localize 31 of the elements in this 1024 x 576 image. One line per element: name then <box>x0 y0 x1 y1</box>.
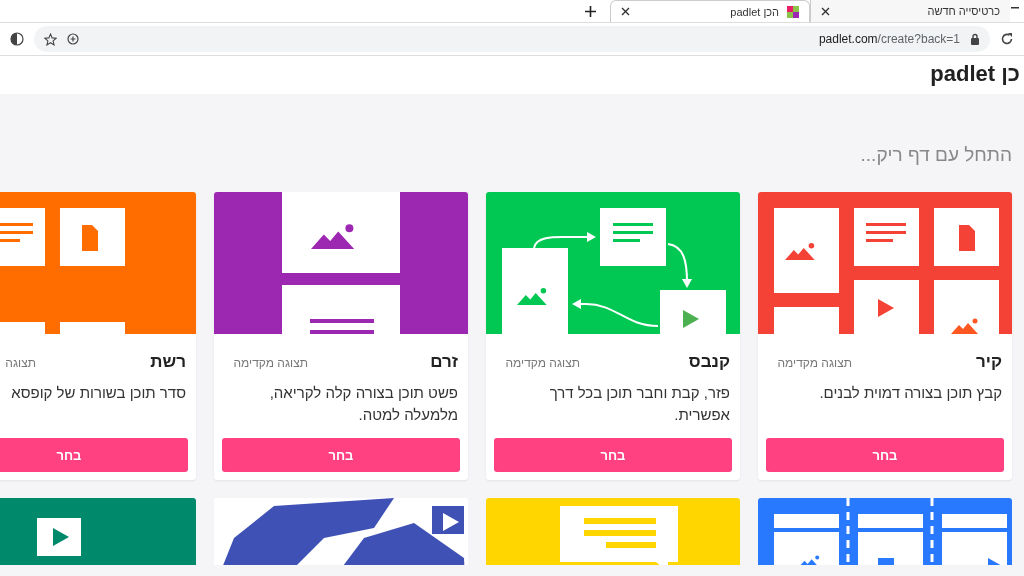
select-button[interactable]: בחר <box>222 438 460 472</box>
page-heading: כן padlet <box>930 62 1020 86</box>
browser-tab[interactable]: הכן padlet <box>610 0 810 22</box>
preview-link[interactable]: תצוגה מקדימה <box>233 356 308 370</box>
lock-icon <box>970 33 980 45</box>
preview-link[interactable]: תצוגה <box>5 356 36 370</box>
close-icon[interactable] <box>821 6 830 16</box>
section-title: התחל עם דף ריק... <box>859 143 1013 167</box>
padlet-logo-icon <box>787 5 799 18</box>
select-button[interactable]: בחר <box>494 438 732 472</box>
browser-tab[interactable]: כרטיסייה חדשה <box>810 0 1010 22</box>
star-icon[interactable] <box>44 32 57 46</box>
contrast-icon[interactable] <box>10 32 24 46</box>
template-description: קבץ תוכן בצורה דמוית לבנים. <box>818 383 1003 403</box>
template-title: זרם <box>430 352 458 372</box>
template-title: קיר <box>975 352 1002 372</box>
template-description: סדר תוכן בשורות של קופסא <box>10 383 187 403</box>
template-description: פשט תוכן בצורה קלה לקריאה, מלמעלה למטה. <box>268 383 459 425</box>
add-circle-icon[interactable] <box>67 33 79 45</box>
new-tab-icon[interactable] <box>585 5 596 17</box>
url-text: padlet.com/create?back=1 <box>818 32 960 46</box>
select-button[interactable]: בחר <box>0 438 188 472</box>
select-button[interactable]: בחר <box>766 438 1004 472</box>
template-description: פזר, קבת וחבר תוכן בכל דרך אפשרית. <box>548 383 731 425</box>
address-bar[interactable]: padlet.com/create?back=1 <box>34 26 990 52</box>
template-title: רשת <box>150 352 186 372</box>
reload-icon[interactable] <box>1000 32 1014 46</box>
template-title: קנבס <box>688 352 730 372</box>
preview-link[interactable]: תצוגה מקדימה <box>777 356 852 370</box>
preview-link[interactable]: תצוגה מקדימה <box>505 356 580 370</box>
close-icon[interactable] <box>621 7 630 16</box>
